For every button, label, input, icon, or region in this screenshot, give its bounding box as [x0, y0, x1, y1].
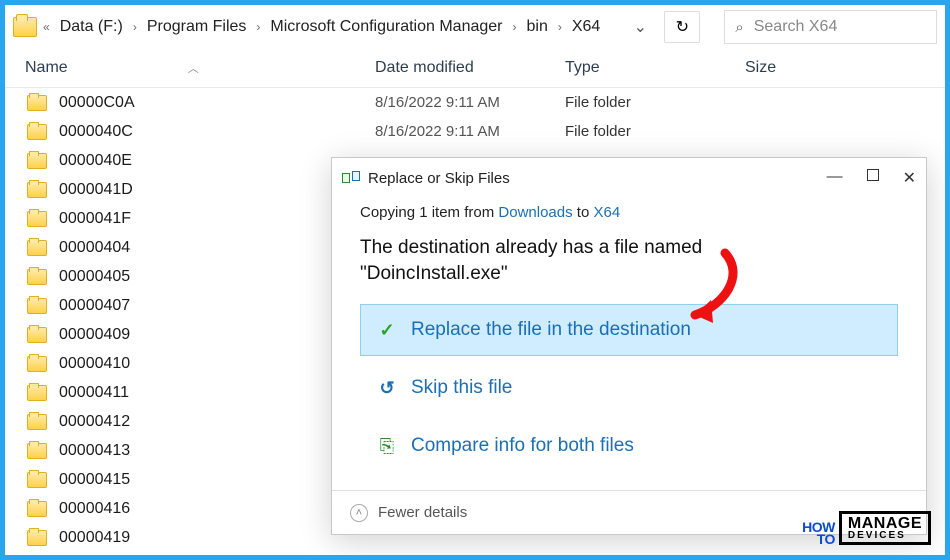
list-item[interactable]: 00000C0A8/16/2022 9:11 AMFile folder	[5, 88, 945, 117]
file-name: 00000404	[59, 239, 375, 257]
folder-icon	[27, 153, 47, 169]
close-button[interactable]: ✕	[903, 168, 916, 188]
msg-line2: "DoincInstall.exe"	[360, 261, 898, 287]
header-date[interactable]: Date modified	[375, 59, 565, 77]
file-name: 0000040E	[59, 152, 375, 170]
minimize-button[interactable]: —	[827, 168, 843, 188]
copy-dest-link[interactable]: X64	[593, 204, 620, 221]
search-icon: ⌕	[735, 19, 743, 36]
watermark-howto: HOW TO	[802, 521, 835, 545]
folder-icon	[27, 530, 47, 546]
root-crumb[interactable]: Data (F:)	[60, 18, 123, 36]
replace-skip-dialog: Replace or Skip Files — ✕ Copying 1 item…	[331, 157, 927, 535]
column-headers: Name ︿ Date modified Type Size	[5, 49, 945, 88]
watermark-manage: MANAGE DEVICES	[839, 511, 931, 545]
file-name: 0000040C	[59, 123, 375, 141]
file-name: 00000409	[59, 326, 375, 344]
p1-crumb[interactable]: Program Files	[147, 18, 247, 36]
window-controls: — ✕	[827, 168, 916, 188]
header-name[interactable]: Name ︿	[25, 59, 375, 77]
list-item[interactable]: 0000040C8/16/2022 9:11 AMFile folder	[5, 117, 945, 146]
dialog-body: Copying 1 item from Downloads to X64 The…	[332, 198, 926, 472]
copy-mid: to	[573, 204, 594, 221]
check-icon: ✓	[377, 320, 397, 340]
option-replace[interactable]: ✓ Replace the file in the destination	[360, 304, 898, 356]
watermark-logo: HOW TO MANAGE DEVICES	[802, 511, 931, 545]
sort-asc-icon: ︿	[188, 60, 199, 76]
folder-icon	[27, 327, 47, 343]
folder-icon	[27, 298, 47, 314]
file-name: 00000407	[59, 297, 375, 315]
file-name: 00000415	[59, 471, 375, 489]
compare-icon: ⎘	[377, 436, 397, 456]
search-input[interactable]: ⌕ Search X64	[724, 10, 937, 44]
undo-icon: ↺	[377, 378, 397, 398]
chevron-right-icon: ›	[558, 20, 562, 34]
file-type: File folder	[565, 94, 745, 111]
chevron-right-icon: ›	[133, 20, 137, 34]
copy-source-link[interactable]: Downloads	[498, 204, 572, 221]
file-name: 00000416	[59, 500, 375, 518]
folder-icon	[13, 17, 37, 37]
address-bar: « Data (F:) › Program Files › Microsoft …	[5, 5, 945, 49]
file-name: 00000413	[59, 442, 375, 460]
maximize-button[interactable]	[867, 168, 879, 188]
folder-icon	[27, 124, 47, 140]
folder-icon	[27, 443, 47, 459]
folder-icon	[27, 501, 47, 517]
explorer-window: « Data (F:) › Program Files › Microsoft …	[0, 0, 950, 560]
dialog-titlebar: Replace or Skip Files — ✕	[332, 158, 926, 198]
p4-crumb[interactable]: X64	[572, 18, 600, 36]
option-compare[interactable]: ⎘ Compare info for both files	[360, 420, 898, 472]
folder-icon	[27, 211, 47, 227]
file-name: 0000041D	[59, 181, 375, 199]
options: ✓ Replace the file in the destination ↺ …	[360, 304, 898, 472]
folder-icon	[27, 385, 47, 401]
dialog-title: Replace or Skip Files	[368, 170, 510, 187]
copy-status: Copying 1 item from Downloads to X64	[360, 204, 898, 221]
folder-icon	[27, 240, 47, 256]
header-size[interactable]: Size	[745, 59, 865, 77]
fewer-details-link[interactable]: Fewer details	[378, 504, 467, 521]
wm-to: TO	[817, 531, 835, 547]
chevron-right-icon: ›	[256, 20, 260, 34]
conflict-message: The destination already has a file named…	[360, 235, 898, 286]
header-type[interactable]: Type	[565, 59, 745, 77]
header-name-label: Name	[25, 59, 68, 77]
copy-operation-icon	[342, 171, 360, 185]
file-name: 00000C0A	[59, 94, 375, 112]
p3-crumb[interactable]: bin	[527, 18, 548, 36]
file-type: File folder	[565, 123, 745, 140]
folder-icon	[27, 182, 47, 198]
option-skip-label: Skip this file	[411, 377, 512, 399]
file-name: 00000419	[59, 529, 375, 547]
p2-crumb[interactable]: Microsoft Configuration Manager	[270, 18, 502, 36]
option-skip[interactable]: ↺ Skip this file	[360, 362, 898, 414]
file-date: 8/16/2022 9:11 AM	[375, 94, 565, 111]
msg-line1: The destination already has a file named	[360, 235, 898, 261]
file-date: 8/16/2022 9:11 AM	[375, 123, 565, 140]
folder-icon	[27, 356, 47, 372]
option-replace-label: Replace the file in the destination	[411, 319, 691, 341]
chevron-left-icon[interactable]: «	[43, 20, 50, 34]
file-name: 00000405	[59, 268, 375, 286]
file-name: 0000041F	[59, 210, 375, 228]
file-name: 00000411	[59, 384, 375, 402]
breadcrumb: « Data (F:) › Program Files › Microsoft …	[43, 18, 600, 36]
file-name: 00000412	[59, 413, 375, 431]
folder-icon	[27, 472, 47, 488]
folder-icon	[27, 269, 47, 285]
folder-icon	[27, 95, 47, 111]
history-dropdown-icon[interactable]: ⌄	[626, 13, 654, 41]
search-placeholder: Search X64	[754, 18, 838, 36]
folder-icon	[27, 414, 47, 430]
copy-prefix: Copying 1 item from	[360, 204, 498, 221]
file-name: 00000410	[59, 355, 375, 373]
refresh-button[interactable]: ↻	[664, 11, 700, 43]
option-compare-label: Compare info for both files	[411, 435, 634, 457]
chevron-up-icon[interactable]: ˄	[350, 504, 368, 522]
chevron-right-icon: ›	[513, 20, 517, 34]
